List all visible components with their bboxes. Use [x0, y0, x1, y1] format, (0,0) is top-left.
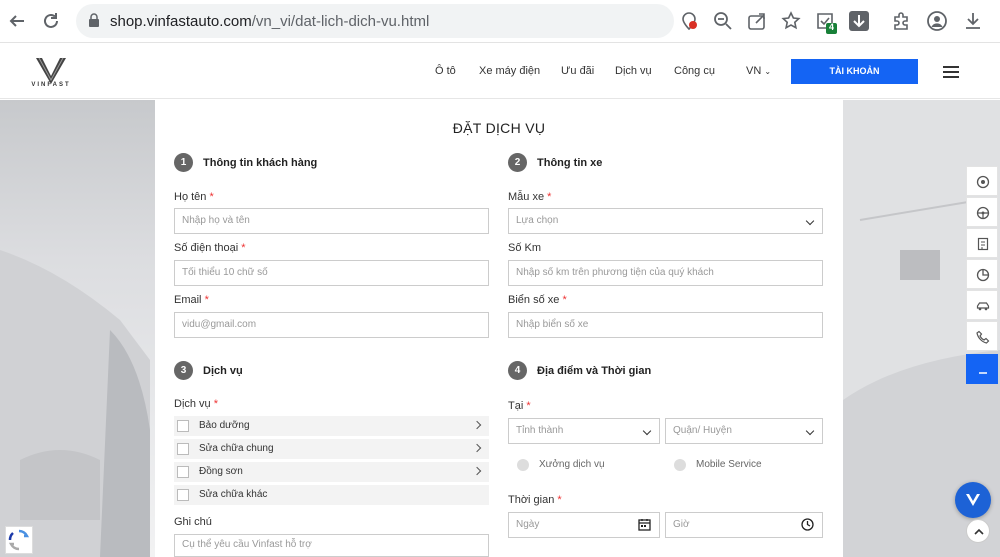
car-icon [976, 302, 990, 311]
site-header: VINFAST Ô tô Xe máy điện Ưu đãi Dịch vụ … [0, 44, 1000, 99]
note-label: Ghi chú [174, 516, 212, 528]
chevron-up-icon [974, 528, 984, 535]
reload-icon[interactable] [40, 10, 62, 32]
services-label: Dịch vụ * [174, 398, 219, 410]
form-title: ĐẶT DỊCH VỤ [452, 120, 546, 136]
vinfast-logo-icon [966, 494, 980, 506]
service-option-sua-chua-chung[interactable]: Sửa chữa chung [174, 439, 489, 459]
date-input[interactable]: Ngày [508, 512, 660, 538]
steering-wheel-icon [976, 206, 990, 220]
chevron-right-icon [472, 466, 482, 476]
step-badge-3: 3 [174, 361, 193, 380]
address-bar[interactable]: shop.vinfastauto.com/vn_vi/dat-lich-dich… [76, 4, 674, 38]
service-option-bao-duong[interactable]: Bảo dưỡng [174, 416, 489, 436]
side-tool-collapse[interactable] [966, 354, 998, 384]
time-label: Thời gian * [508, 494, 562, 506]
section-title-service: Dịch vụ [203, 365, 243, 377]
model-label: Mẫu xe * [508, 191, 552, 203]
downloads-icon[interactable] [962, 10, 984, 32]
back-arrow-icon[interactable] [6, 10, 28, 32]
extension-shield-icon[interactable]: 4 [814, 10, 837, 34]
section-title-location: Địa điểm và Thời gian [537, 365, 652, 377]
browser-toolbar: shop.vinfastauto.com/vn_vi/dat-lich-dich… [0, 0, 1000, 43]
phone-label: Số điện thoại * [174, 242, 246, 254]
checkbox[interactable] [177, 420, 189, 432]
calendar-icon[interactable] [638, 518, 651, 531]
step-badge-1: 1 [174, 153, 193, 172]
menu-cong-cu[interactable]: Công cụ [674, 65, 715, 77]
minus-icon [979, 372, 987, 374]
chevron-right-icon [472, 420, 482, 430]
zoom-out-icon[interactable] [712, 10, 734, 32]
side-tool-location[interactable] [966, 166, 998, 196]
phone-icon [976, 330, 990, 344]
side-tool-phone[interactable] [966, 321, 998, 351]
download-extension-icon[interactable] [848, 10, 870, 32]
share-icon[interactable] [746, 10, 768, 32]
side-tool-steering[interactable] [966, 197, 998, 227]
menu-dich-vu[interactable]: Dịch vụ [615, 65, 652, 77]
puzzle-extensions-icon[interactable] [890, 10, 912, 32]
plate-label: Biển số xe * [508, 294, 567, 306]
name-input[interactable]: Nhập họ và tên [174, 208, 489, 234]
service-option-dong-son[interactable]: Đồng sơn [174, 462, 489, 482]
profile-avatar-icon[interactable] [926, 10, 948, 32]
vinfast-chat-button[interactable] [955, 482, 991, 518]
section-title-vehicle: Thông tin xe [537, 157, 603, 169]
language-selector[interactable]: VN ⌄ [746, 65, 771, 77]
chevron-down-icon [805, 216, 815, 226]
bookmark-star-icon[interactable] [780, 10, 802, 32]
hamburger-menu-icon[interactable] [943, 66, 959, 78]
radio-button[interactable] [517, 459, 529, 471]
recaptcha-icon [8, 529, 30, 551]
step-badge-2: 2 [508, 153, 527, 172]
model-select[interactable]: Lựa chọn [508, 208, 823, 234]
hour-input[interactable]: Giờ [665, 512, 823, 538]
step-badge-4: 4 [508, 361, 527, 380]
at-label: Tại * [508, 400, 531, 412]
province-select[interactable]: Tỉnh thành [508, 418, 660, 444]
lock-icon [89, 13, 99, 27]
clock-icon[interactable] [801, 518, 814, 531]
email-label: Email * [174, 294, 209, 306]
brand-text: VINFAST [31, 82, 71, 88]
phone-input[interactable]: Tối thiểu 10 chữ số [174, 260, 489, 286]
menu-oto[interactable]: Ô tô [435, 65, 456, 77]
menu-xe-may-dien[interactable]: Xe máy điện [479, 65, 540, 77]
menu-uu-dai[interactable]: Ưu đãi [561, 65, 594, 77]
url-text: shop.vinfastauto.com/vn_vi/dat-lich-dich… [110, 13, 430, 30]
target-icon [976, 175, 990, 189]
plate-input[interactable]: Nhập biển số xe [508, 312, 823, 338]
account-button[interactable]: TÀI KHOẢN [791, 59, 918, 84]
km-label: Số Km [508, 242, 542, 254]
radio-button[interactable] [674, 459, 686, 471]
location-blocked-icon[interactable] [678, 10, 700, 32]
side-tool-price-list[interactable] [966, 228, 998, 258]
side-tool-cost-estimate[interactable] [966, 259, 998, 289]
chevron-right-icon [472, 443, 482, 453]
chevron-down-icon [805, 426, 815, 436]
km-input[interactable]: Nhập số km trên phương tiện của quý khác… [508, 260, 823, 286]
email-input[interactable]: vidu@gmail.com [174, 312, 489, 338]
document-price-icon [977, 237, 989, 251]
section-title-customer: Thông tin khách hàng [203, 157, 318, 169]
pie-chart-icon [976, 268, 990, 282]
scroll-to-top-button[interactable] [966, 519, 990, 543]
checkbox[interactable] [177, 489, 189, 501]
side-tool-test-drive[interactable] [966, 290, 998, 320]
service-option-sua-chua-khac[interactable]: Sửa chữa khác [174, 485, 489, 505]
checkbox[interactable] [177, 443, 189, 455]
chevron-down-icon: ⌄ [764, 67, 772, 76]
checkbox[interactable] [177, 466, 189, 478]
recaptcha-badge[interactable] [5, 526, 33, 554]
name-label: Họ tên * [174, 191, 214, 203]
note-textarea[interactable]: Cụ thể yêu cầu Vinfast hỗ trợ [174, 534, 489, 557]
chevron-down-icon [642, 426, 652, 436]
extension-badge: 4 [829, 22, 835, 32]
booking-form-card: ĐẶT DỊCH VỤ 1 Thông tin khách hàng Họ tê… [155, 100, 843, 557]
district-select[interactable]: Quận/ Huyện [665, 418, 823, 444]
